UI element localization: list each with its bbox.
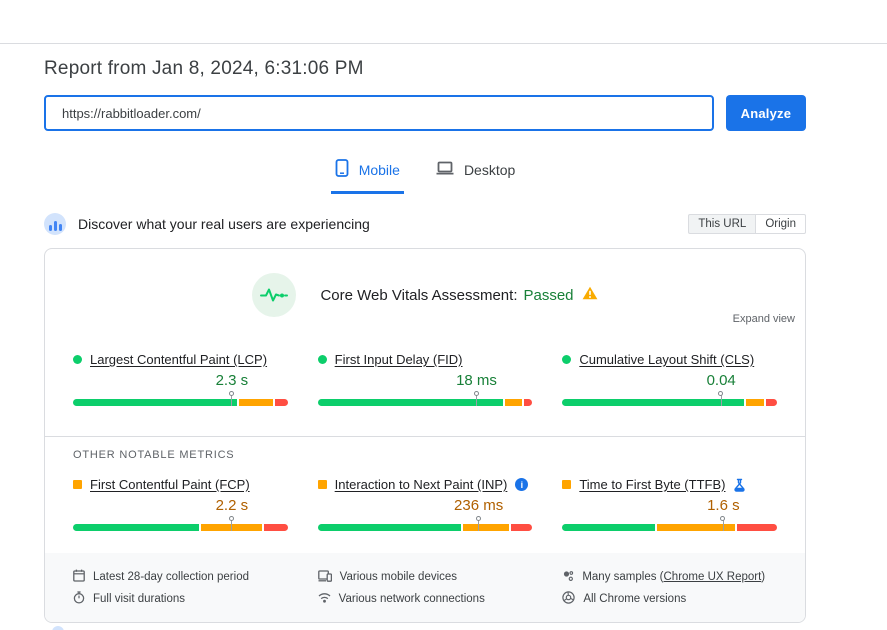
inp-value: 236 ms (454, 497, 503, 514)
chrome-logo-icon (562, 591, 575, 607)
fcp-value: 2.2 s (216, 497, 249, 514)
pulse-icon (252, 273, 296, 317)
mobile-phone-icon (335, 159, 349, 180)
fid-status-bullet (318, 355, 327, 364)
scope-this-url-button[interactable]: This URL (688, 214, 755, 234)
scope-origin-button[interactable]: Origin (755, 214, 806, 234)
metric-fcp: First Contentful Paint (FCP) 2.2 s (73, 477, 288, 531)
metrics-divider (45, 436, 805, 437)
metric-link-cls[interactable]: Cumulative Layout Shift (CLS) (579, 352, 754, 367)
footnote-many-samples: Many samples (Chrome UX Report) (562, 566, 777, 588)
tab-mobile[interactable]: Mobile (331, 153, 404, 194)
metric-link-fcp[interactable]: First Contentful Paint (FCP) (90, 477, 250, 492)
core-web-vitals-card: Core Web Vitals Assessment: Passed Expan… (44, 248, 806, 623)
cwv-assessment-label: Core Web Vitals Assessment: (320, 287, 517, 304)
inp-status-bullet (318, 480, 327, 489)
lcp-distribution-bar (73, 399, 288, 406)
data-source-footnotes: Latest 28-day collection period Full vis… (45, 553, 805, 622)
cls-status-bullet (562, 355, 571, 364)
metric-link-lcp[interactable]: Largest Contentful Paint (LCP) (90, 352, 267, 367)
other-metrics-heading: OTHER NOTABLE METRICS (45, 449, 805, 461)
footnote-collection-period: Latest 28-day collection period (73, 566, 288, 588)
footnote-col-3: Many samples (Chrome UX Report) All Chro… (562, 566, 777, 610)
url-input[interactable] (44, 95, 714, 131)
ttfb-status-bullet (562, 480, 571, 489)
lcp-value: 2.3 s (216, 372, 249, 389)
cls-distribution-bar (562, 399, 777, 406)
fcp-distribution-bar (73, 524, 288, 531)
ttfb-experimental-flask-icon[interactable] (733, 478, 746, 492)
footnote-col-2: Various mobile devices Various network c… (318, 566, 533, 610)
device-tabs: Mobile Desktop (44, 153, 806, 194)
calendar-icon (73, 569, 85, 585)
metric-link-fid[interactable]: First Input Delay (FID) (335, 352, 463, 367)
devices-icon (318, 570, 332, 585)
expand-view-button[interactable]: Expand view (733, 313, 795, 325)
fcp-status-bullet (73, 480, 82, 489)
stopwatch-icon (73, 591, 85, 607)
core-metrics-row: Largest Contentful Paint (LCP) 2.3 s Fir… (45, 352, 805, 406)
analyze-button[interactable]: Analyze (726, 95, 806, 131)
inp-distribution-bar (318, 524, 533, 531)
tab-mobile-label: Mobile (359, 162, 400, 178)
network-signal-icon (318, 592, 331, 606)
report-title: Report from Jan 8, 2024, 6:31:06 PM (44, 58, 806, 80)
fid-distribution-bar (318, 399, 533, 406)
footnote-col-1: Latest 28-day collection period Full vis… (73, 566, 288, 610)
cls-value: 0.04 (707, 372, 736, 389)
fid-value: 18 ms (456, 372, 497, 389)
ttfb-value: 1.6 s (707, 497, 740, 514)
lcp-status-bullet (73, 355, 82, 364)
metric-inp: Interaction to Next Paint (INP) i 236 ms (318, 477, 533, 531)
warning-triangle-icon[interactable] (582, 286, 598, 304)
report-container: Report from Jan 8, 2024, 6:31:06 PM Anal… (44, 44, 806, 623)
next-section-icon-peek (52, 626, 64, 630)
scope-toggle: This URL Origin (688, 214, 806, 234)
metric-link-inp[interactable]: Interaction to Next Paint (INP) (335, 477, 508, 492)
cwv-assessment-result: Passed (523, 287, 573, 304)
inp-info-icon[interactable]: i (515, 478, 528, 491)
tab-desktop-label: Desktop (464, 162, 515, 178)
url-bar: Analyze (44, 95, 806, 131)
metric-lcp: Largest Contentful Paint (LCP) 2.3 s (73, 352, 288, 406)
field-data-heading: Discover what your real users are experi… (78, 216, 370, 232)
field-data-header: Discover what your real users are experi… (44, 213, 806, 235)
metric-cls: Cumulative Layout Shift (CLS) 0.04 (562, 352, 777, 406)
ttfb-distribution-bar (562, 524, 777, 531)
tab-desktop[interactable]: Desktop (432, 153, 519, 194)
footnote-mobile-devices: Various mobile devices (318, 566, 533, 588)
other-metrics-row: First Contentful Paint (FCP) 2.2 s Inter… (45, 477, 805, 531)
footnote-network-connections: Various network connections (318, 588, 533, 610)
footnote-chrome-versions: All Chrome versions (562, 588, 777, 610)
metric-link-ttfb[interactable]: Time to First Byte (TTFB) (579, 477, 725, 492)
chrome-ux-report-link[interactable]: Chrome UX Report (664, 571, 762, 583)
samples-dots-icon (562, 570, 574, 585)
cwv-assessment-header: Core Web Vitals Assessment: Passed (45, 273, 805, 317)
metric-fid: First Input Delay (FID) 18 ms (318, 352, 533, 406)
real-users-chart-icon (44, 213, 66, 235)
desktop-monitor-icon (436, 160, 454, 179)
metric-ttfb: Time to First Byte (TTFB) 1.6 s (562, 477, 777, 531)
footnote-visit-durations: Full visit durations (73, 588, 288, 610)
